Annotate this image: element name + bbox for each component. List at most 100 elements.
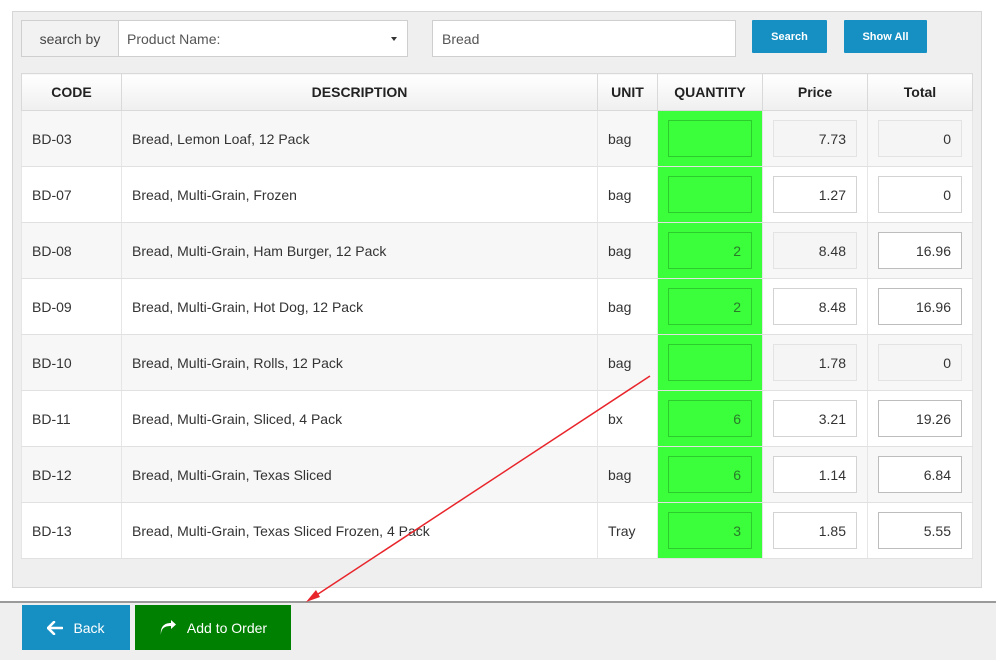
code-cell: BD-11	[21, 390, 122, 447]
unit-cell: Tray	[597, 502, 658, 559]
unit-cell: bx	[597, 390, 658, 447]
code-cell: BD-08	[21, 222, 122, 279]
code-cell: BD-03	[21, 110, 122, 167]
search-input[interactable]: Bread	[432, 20, 736, 57]
quantity-input[interactable]: 2	[668, 232, 752, 269]
description-cell: Bread, Multi-Grain, Texas Sliced	[121, 446, 598, 503]
unit-cell: bag	[597, 334, 658, 391]
price-field: 7.73	[773, 120, 857, 157]
price-field: 3.21	[773, 400, 857, 437]
description-cell: Bread, Lemon Loaf, 12 Pack	[121, 110, 598, 167]
code-cell: BD-09	[21, 278, 122, 335]
table-row: BD-10 Bread, Multi-Grain, Rolls, 12 Pack…	[21, 334, 973, 391]
description-cell: Bread, Multi-Grain, Frozen	[121, 166, 598, 223]
price-cell: 8.48	[762, 222, 868, 279]
quantity-input[interactable]	[668, 176, 752, 213]
total-field: 6.84	[878, 456, 962, 493]
description-cell: Bread, Multi-Grain, Rolls, 12 Pack	[121, 334, 598, 391]
column-header-quantity: QUANTITY	[657, 73, 763, 111]
total-cell: 0	[867, 334, 973, 391]
unit-cell: bag	[597, 166, 658, 223]
total-cell: 16.96	[867, 222, 973, 279]
table-row: BD-11 Bread, Multi-Grain, Sliced, 4 Pack…	[21, 390, 973, 447]
product-table: CODE DESCRIPTION UNIT QUANTITY Price Tot…	[21, 73, 973, 559]
unit-cell: bag	[597, 222, 658, 279]
chevron-down-icon	[391, 36, 397, 41]
share-arrow-icon	[160, 619, 176, 635]
quantity-input[interactable]: 6	[668, 400, 752, 437]
description-cell: Bread, Multi-Grain, Sliced, 4 Pack	[121, 390, 598, 447]
table-row: BD-08 Bread, Multi-Grain, Ham Burger, 12…	[21, 222, 973, 279]
back-button[interactable]: Back	[22, 605, 130, 650]
total-field: 5.55	[878, 512, 962, 549]
price-cell: 1.78	[762, 334, 868, 391]
quantity-cell: 6	[657, 446, 763, 503]
total-cell: 19.26	[867, 390, 973, 447]
table-row: BD-03 Bread, Lemon Loaf, 12 Pack bag 7.7…	[21, 110, 973, 167]
price-cell: 1.14	[762, 446, 868, 503]
code-cell: BD-10	[21, 334, 122, 391]
price-cell: 1.85	[762, 502, 868, 559]
show-all-button[interactable]: Show All	[844, 20, 927, 53]
column-header-description: DESCRIPTION	[121, 73, 598, 111]
quantity-cell: 2	[657, 278, 763, 335]
unit-cell: bag	[597, 110, 658, 167]
table-row: BD-07 Bread, Multi-Grain, Frozen bag 1.2…	[21, 166, 973, 223]
column-header-code: CODE	[21, 73, 122, 111]
price-cell: 8.48	[762, 278, 868, 335]
table-row: BD-13 Bread, Multi-Grain, Texas Sliced F…	[21, 502, 973, 559]
price-cell: 3.21	[762, 390, 868, 447]
total-field: 0	[878, 344, 962, 381]
code-cell: BD-13	[21, 502, 122, 559]
add-to-order-button[interactable]: Add to Order	[135, 605, 291, 650]
table-row: BD-09 Bread, Multi-Grain, Hot Dog, 12 Pa…	[21, 278, 973, 335]
quantity-cell: 3	[657, 502, 763, 559]
search-field-selected: Product Name:	[127, 30, 221, 47]
price-field: 8.48	[773, 288, 857, 325]
table-header-row: CODE DESCRIPTION UNIT QUANTITY Price Tot…	[21, 73, 973, 111]
arrow-left-icon	[47, 620, 64, 635]
price-field: 1.27	[773, 176, 857, 213]
search-by-label: search by	[22, 21, 119, 56]
total-cell: 6.84	[867, 446, 973, 503]
description-cell: Bread, Multi-Grain, Hot Dog, 12 Pack	[121, 278, 598, 335]
total-field: 0	[878, 120, 962, 157]
description-cell: Bread, Multi-Grain, Texas Sliced Frozen,…	[121, 502, 598, 559]
total-field: 16.96	[878, 232, 962, 269]
total-cell: 16.96	[867, 278, 973, 335]
total-field: 19.26	[878, 400, 962, 437]
quantity-cell	[657, 166, 763, 223]
quantity-cell: 2	[657, 222, 763, 279]
add-to-order-label: Add to Order	[186, 619, 268, 636]
price-cell: 7.73	[762, 110, 868, 167]
search-field-select[interactable]: Product Name:	[119, 21, 407, 56]
total-cell: 0	[867, 110, 973, 167]
description-cell: Bread, Multi-Grain, Ham Burger, 12 Pack	[121, 222, 598, 279]
quantity-input[interactable]	[668, 344, 752, 381]
total-cell: 0	[867, 166, 973, 223]
price-field: 1.78	[773, 344, 857, 381]
unit-cell: bag	[597, 446, 658, 503]
search-by-control[interactable]: search by Product Name:	[21, 20, 408, 57]
back-button-label: Back	[73, 619, 105, 636]
total-field: 0	[878, 176, 962, 213]
quantity-input[interactable]: 6	[668, 456, 752, 493]
table-row: BD-12 Bread, Multi-Grain, Texas Sliced b…	[21, 446, 973, 503]
quantity-input[interactable]	[668, 120, 752, 157]
code-cell: BD-07	[21, 166, 122, 223]
price-field: 1.14	[773, 456, 857, 493]
quantity-cell: 6	[657, 390, 763, 447]
quantity-input[interactable]: 3	[668, 512, 752, 549]
unit-cell: bag	[597, 278, 658, 335]
price-cell: 1.27	[762, 166, 868, 223]
quantity-input[interactable]: 2	[668, 288, 752, 325]
search-button[interactable]: Search	[752, 20, 827, 53]
price-field: 1.85	[773, 512, 857, 549]
total-cell: 5.55	[867, 502, 973, 559]
quantity-cell	[657, 110, 763, 167]
column-header-price: Price	[762, 73, 868, 111]
column-header-unit: UNIT	[597, 73, 658, 111]
code-cell: BD-12	[21, 446, 122, 503]
price-field: 8.48	[773, 232, 857, 269]
quantity-cell	[657, 334, 763, 391]
